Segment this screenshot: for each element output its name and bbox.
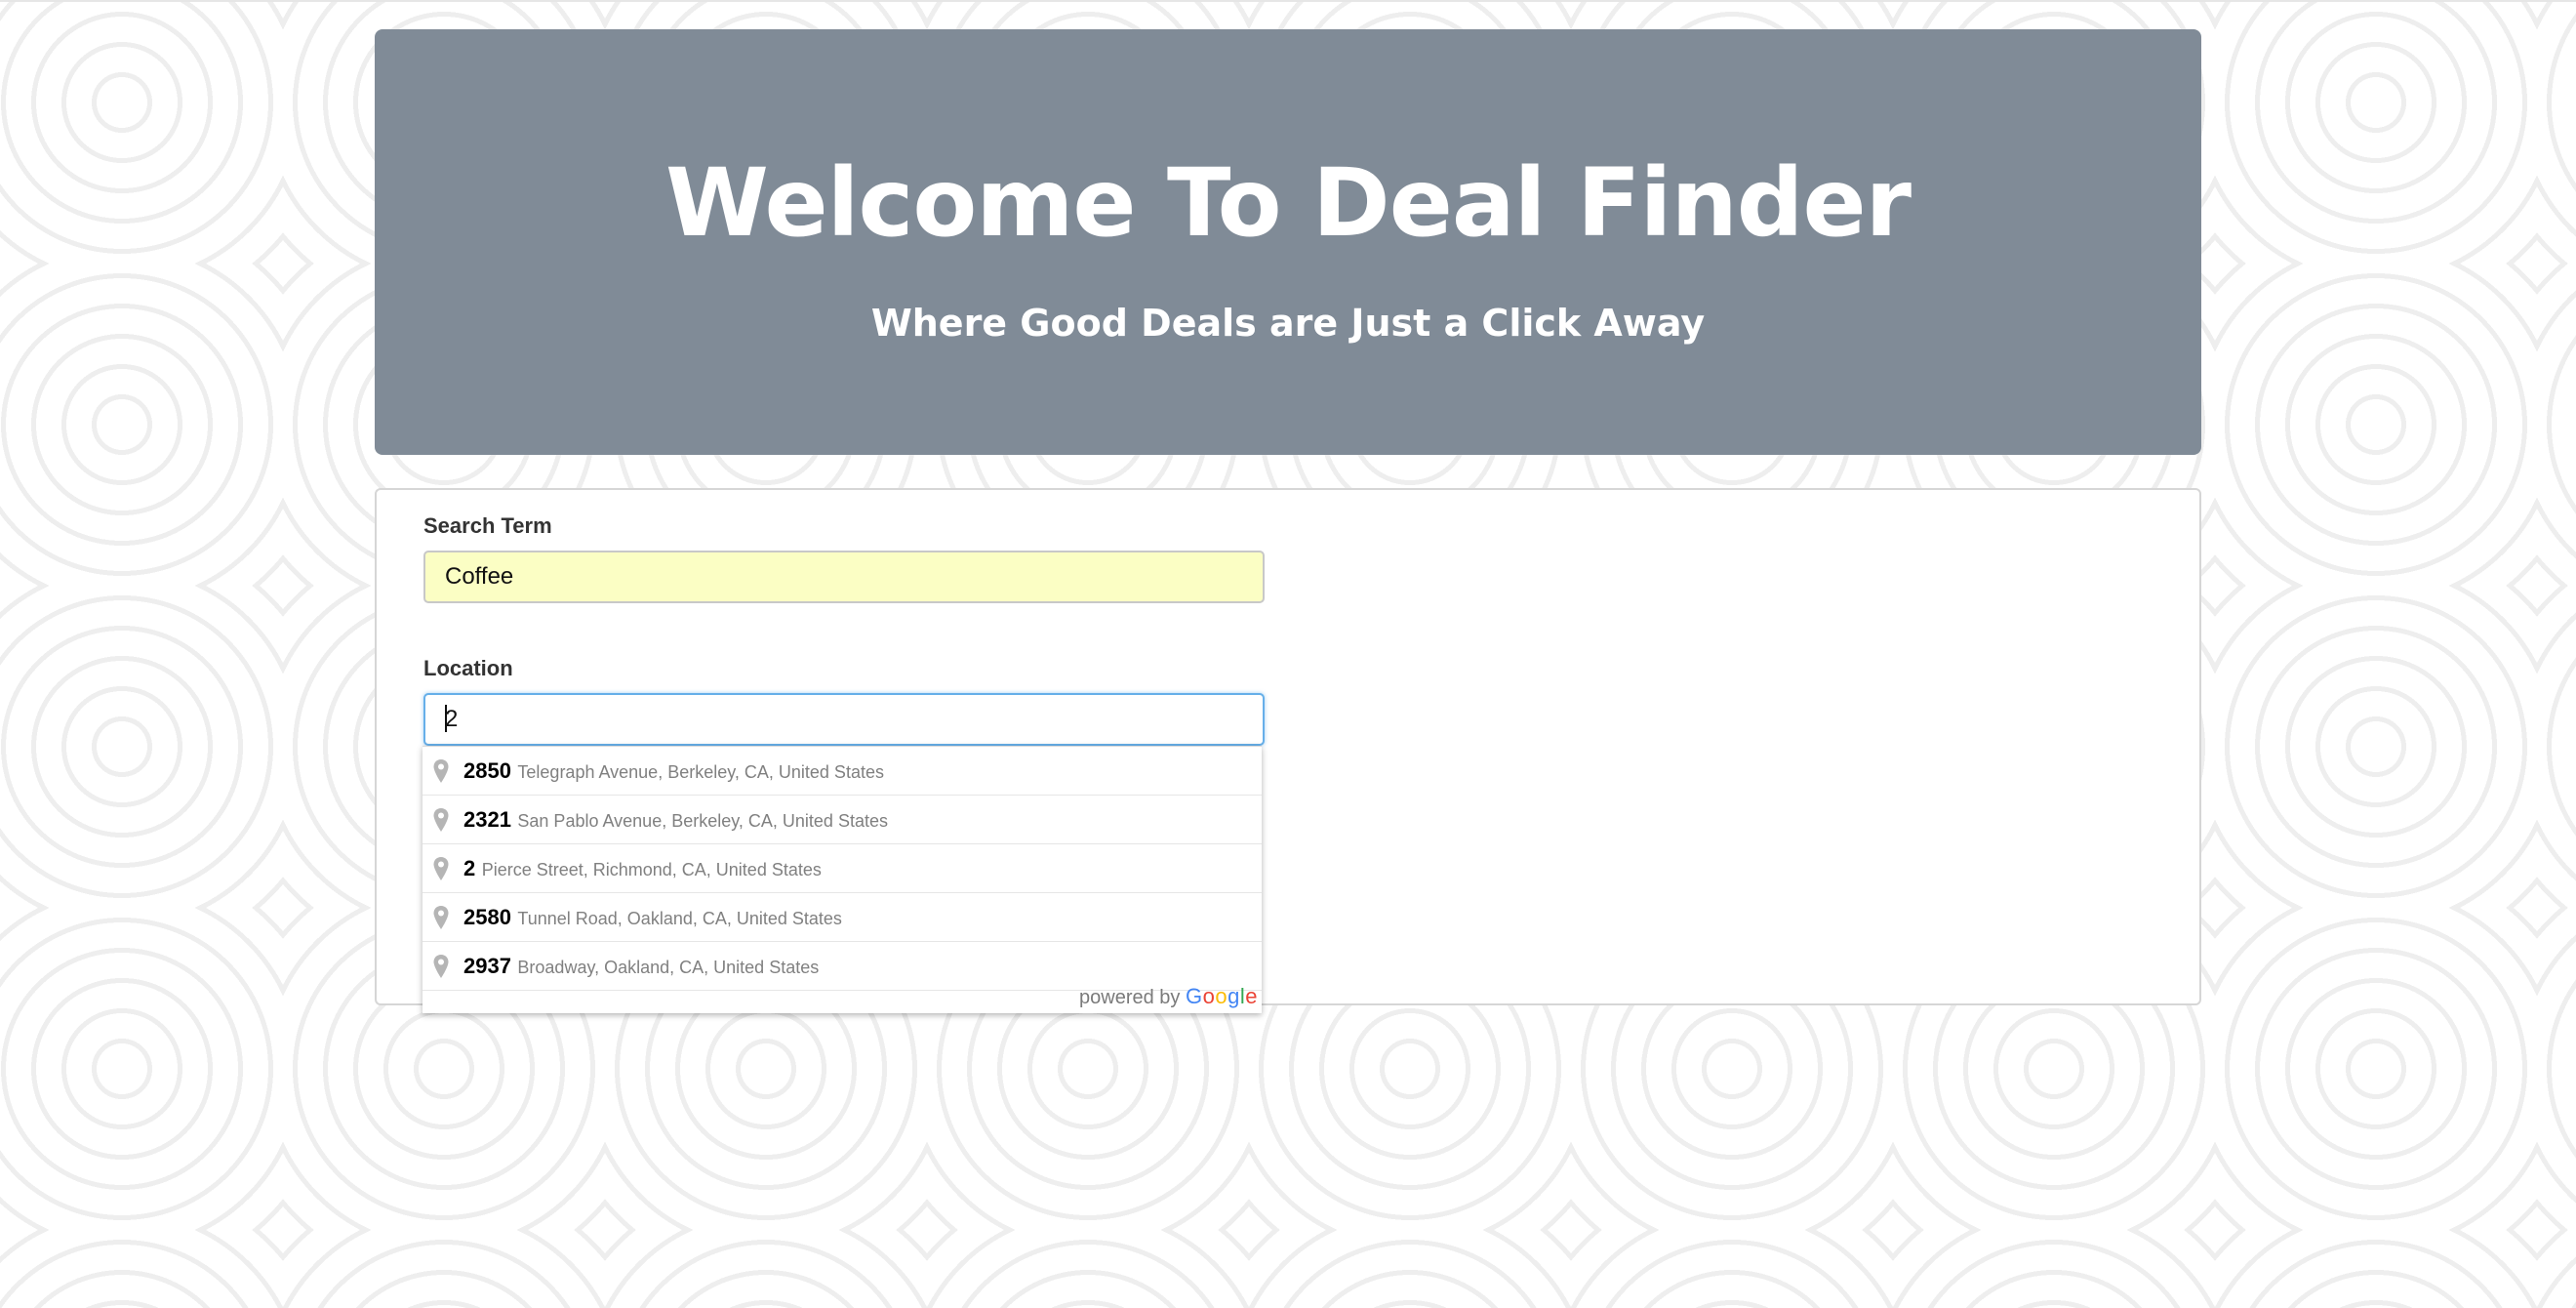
autocomplete-item[interactable]: 2321 San Pablo Avenue, Berkeley, CA, Uni… [423,796,1262,844]
text-caret [445,705,447,732]
autocomplete-item-address: Telegraph Avenue, Berkeley, CA, United S… [517,762,884,782]
autocomplete-item-address: Broadway, Oakland, CA, United States [517,958,820,977]
search-term-input[interactable] [423,551,1265,603]
page-subtitle: Where Good Deals are Just a Click Away [870,302,1706,345]
autocomplete-item-address: Pierce Street, Richmond, CA, United Stat… [481,860,822,879]
map-pin-icon [433,955,449,978]
autocomplete-item[interactable]: 2580 Tunnel Road, Oakland, CA, United St… [423,893,1262,942]
top-divider [0,0,2576,2]
google-letter: e [1245,984,1258,1008]
autocomplete-item[interactable]: 2 Pierce Street, Richmond, CA, United St… [423,844,1262,893]
google-letter: G [1185,984,1203,1008]
autocomplete-item-match: 2580 [463,905,511,929]
autocomplete-item[interactable]: 2850 Telegraph Avenue, Berkeley, CA, Uni… [423,747,1262,796]
location-input[interactable] [423,693,1265,746]
hero-banner: Welcome To Deal Finder Where Good Deals … [375,29,2201,455]
autocomplete-item-match: 2321 [463,807,511,832]
map-pin-icon [433,906,449,929]
map-pin-icon [433,857,449,880]
google-wordmark: Google [1186,984,1258,1008]
google-letter: g [1228,984,1240,1008]
page-title: Welcome To Deal Finder [665,148,1912,258]
google-letter: o [1202,984,1216,1008]
autocomplete-item-address: San Pablo Avenue, Berkeley, CA, United S… [517,811,888,831]
powered-by-google-logo: powered by Google [1079,983,1258,1011]
map-pin-icon [433,759,449,783]
autocomplete-item-match: 2850 [463,758,511,783]
search-term-label: Search Term [423,513,552,538]
location-autocomplete-dropdown: 2850 Telegraph Avenue, Berkeley, CA, Uni… [423,746,1262,1013]
location-label: Location [423,656,513,680]
autocomplete-item-address: Tunnel Road, Oakland, CA, United States [517,909,842,928]
powered-by-label: powered by [1079,987,1181,1008]
autocomplete-item-match: 2 [463,856,476,880]
map-pin-icon [433,808,449,832]
google-letter: o [1215,984,1228,1008]
autocomplete-item-match: 2937 [463,954,511,978]
